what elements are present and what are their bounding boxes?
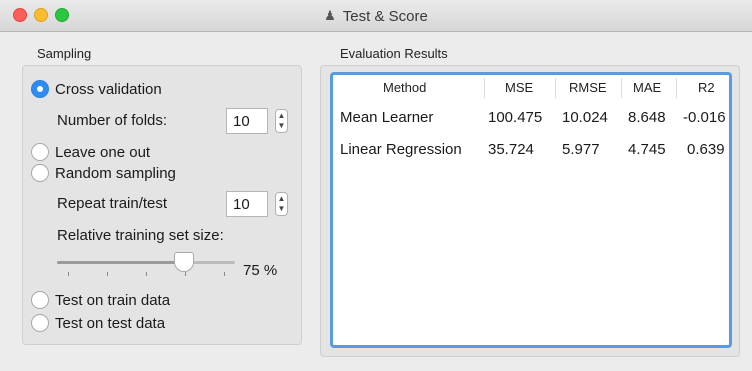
table-cell-mae: 8.648: [628, 109, 666, 126]
table-cell-r2: -0.016: [683, 109, 726, 126]
radio-button-checked[interactable]: [31, 80, 49, 98]
radio-test-on-train[interactable]: Test on train data: [31, 291, 170, 309]
slider-fill: [57, 261, 183, 264]
column-header-r2[interactable]: R2: [698, 80, 715, 95]
slider-tick: [146, 272, 147, 276]
table-cell-method: Mean Learner: [340, 109, 434, 126]
table-cell-rmse: 10.024: [562, 109, 608, 126]
column-header-rmse[interactable]: RMSE: [569, 80, 607, 95]
radio-label: Cross validation: [55, 80, 162, 98]
radio-random-sampling[interactable]: Random sampling: [31, 164, 176, 182]
radio-button[interactable]: [31, 314, 49, 332]
radio-label: Random sampling: [55, 164, 176, 182]
folds-label: Number of folds:: [57, 112, 168, 129]
radio-button[interactable]: [31, 291, 49, 309]
radio-label: Test on train data: [55, 291, 171, 309]
window-title-wrap: ♟ Test & Score: [0, 0, 752, 32]
column-header-method[interactable]: Method: [383, 80, 426, 95]
folds-spinbox-input[interactable]: 10: [226, 108, 268, 134]
results-group-label: Evaluation Results: [340, 46, 448, 61]
radio-test-on-test[interactable]: Test on test data: [31, 314, 165, 332]
training-size-label: Relative training set size:: [57, 227, 224, 244]
sampling-group-label: Sampling: [37, 46, 92, 61]
table-cell-r2: 0.639: [687, 141, 725, 158]
radio-label: Leave one out: [55, 143, 151, 161]
orange-widget-icon: ♟: [324, 8, 336, 23]
repeat-label: Repeat train/test: [57, 195, 168, 212]
training-size-value: 75 %: [243, 262, 278, 279]
column-separator: [621, 78, 622, 98]
slider-tick: [224, 272, 225, 276]
repeat-spinbox-input[interactable]: 10: [226, 191, 268, 217]
title-bar: ♟ Test & Score: [0, 0, 752, 32]
repeat-stepper[interactable]: ▲ ▼: [275, 192, 288, 216]
table-cell-method: Linear Regression: [340, 141, 462, 158]
radio-button[interactable]: [31, 143, 49, 161]
folds-stepper[interactable]: ▲ ▼: [275, 109, 288, 133]
table-cell-mse: 100.475: [488, 109, 543, 126]
table-cell-mae: 4.745: [628, 141, 666, 158]
training-size-slider[interactable]: [57, 261, 235, 264]
slider-tick: [107, 272, 108, 276]
column-header-mse[interactable]: MSE: [505, 80, 533, 95]
radio-label: Test on test data: [55, 314, 166, 332]
radio-cross-validation[interactable]: Cross validation: [31, 80, 162, 98]
slider-thumb[interactable]: [174, 252, 194, 272]
radio-button[interactable]: [31, 164, 49, 182]
table-cell-mse: 35.724: [488, 141, 534, 158]
column-header-mae[interactable]: MAE: [633, 80, 661, 95]
table-cell-rmse: 5.977: [562, 141, 600, 158]
slider-tick: [185, 272, 186, 276]
column-separator: [484, 78, 485, 98]
radio-leave-one-out[interactable]: Leave one out: [31, 143, 150, 161]
window-title: Test & Score: [342, 7, 428, 25]
column-separator: [555, 78, 556, 98]
slider-tick: [68, 272, 69, 276]
column-separator: [676, 78, 677, 98]
